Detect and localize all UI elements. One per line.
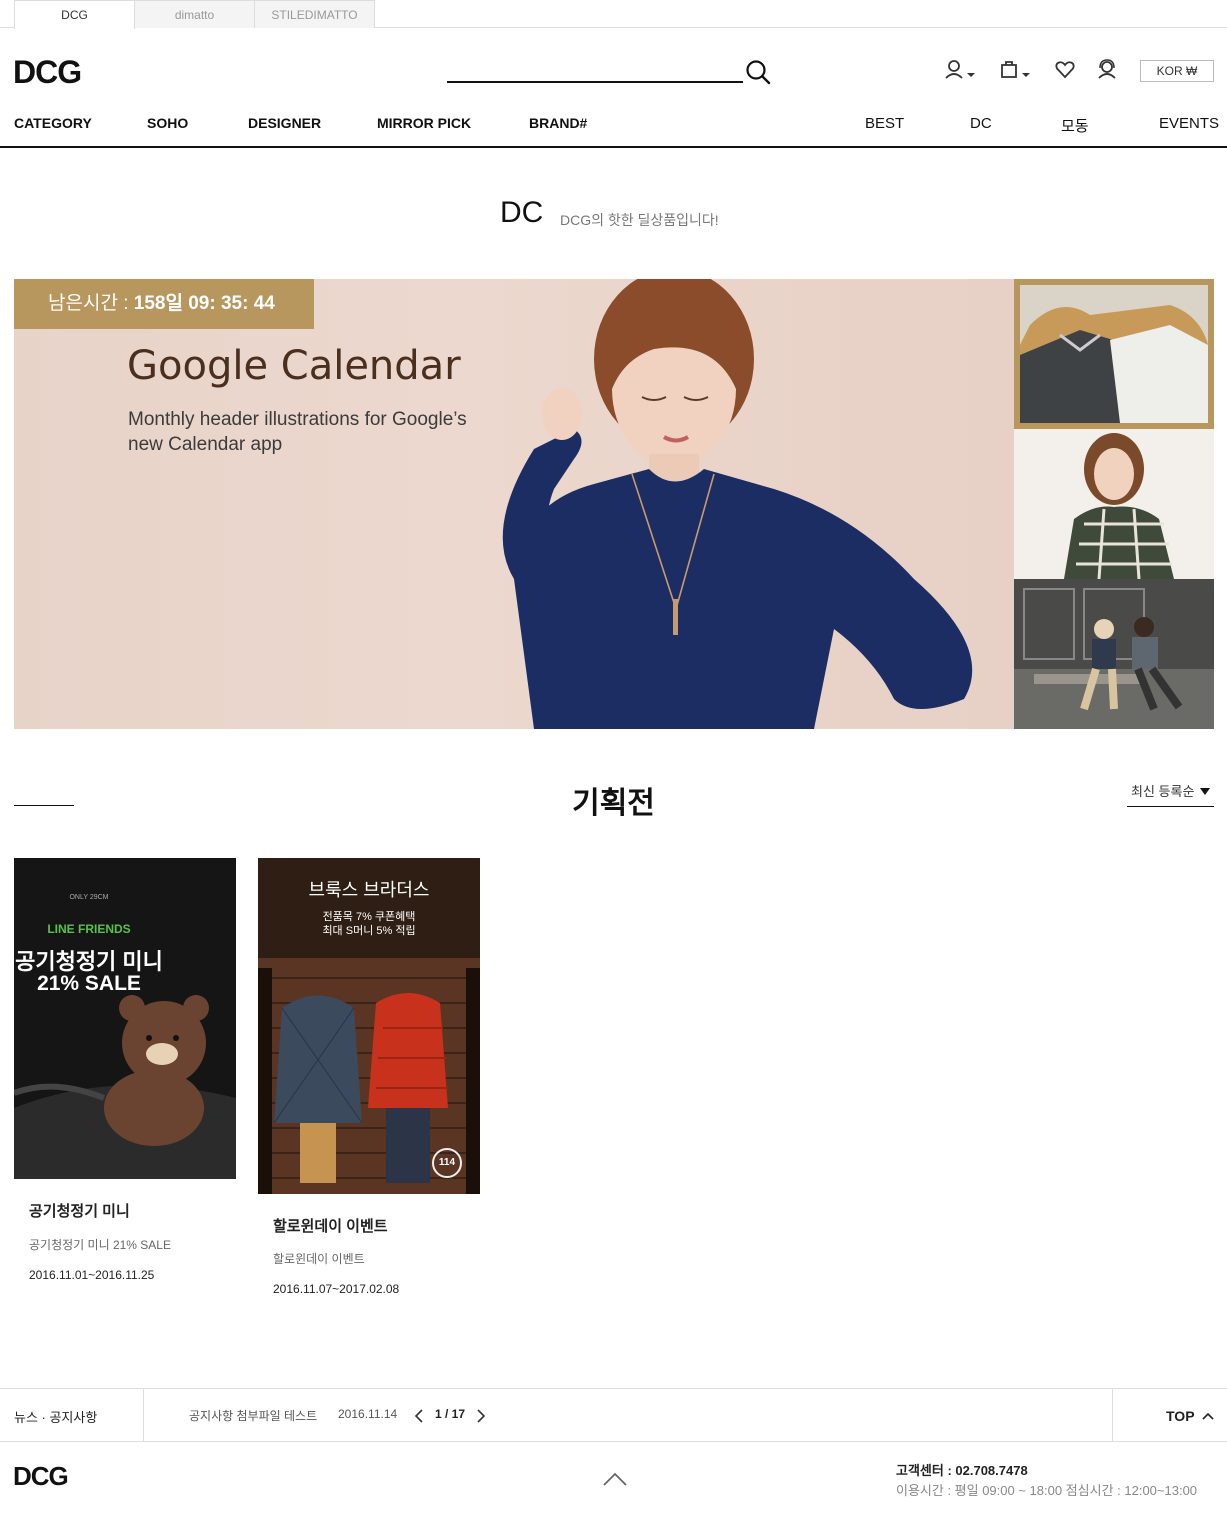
nav-brand[interactable]: BRAND# [529, 115, 587, 131]
card-image-tag: ONLY 29CM [69, 894, 109, 901]
card-title[interactable]: 공기청정기 미니 [29, 1200, 130, 1221]
chevron-right-icon[interactable] [476, 1409, 486, 1423]
top-button[interactable]: TOP [1166, 1408, 1214, 1424]
notice-date: 2016.11.14 [338, 1407, 398, 1421]
card-title[interactable]: 할로윈데이 이벤트 [273, 1215, 388, 1236]
notice-pagination: 1 / 17 [435, 1407, 466, 1421]
event-card[interactable]: ONLY 29CM LINE FRIENDS 공기청정기 미니 21% SALE… [14, 858, 236, 1298]
notice-bar: 뉴스 · 공지사항 공지사항 첨부파일 테스트 2016.11.14 1 / 1… [0, 1388, 1227, 1442]
notice-divider [1112, 1389, 1113, 1441]
search-underline [447, 81, 743, 83]
card-description: 할로윈데이 이벤트 [273, 1252, 365, 1266]
banner-description: Monthly header illustrations for Google’… [128, 409, 467, 455]
event-card-image: ONLY 29CM LINE FRIENDS 공기청정기 미니 21% SALE [14, 858, 236, 1179]
banner-thumbnail-3[interactable] [1014, 579, 1214, 729]
cart-icon[interactable] [999, 58, 1033, 84]
notice-divider [143, 1389, 144, 1441]
currency-selector[interactable]: KOR ₩ [1140, 60, 1214, 82]
street-couple-image [1014, 579, 1214, 729]
main-nav: CATEGORY SOHO DESIGNER MIRROR PICK BRAND… [0, 108, 1227, 148]
line-friends-image [14, 858, 236, 1179]
banner-thumbnail-1[interactable] [1014, 279, 1214, 429]
card-description: 공기청정기 미니 21% SALE [29, 1238, 171, 1252]
notice-label[interactable]: 뉴스 · 공지사항 [14, 1407, 97, 1426]
site-tabs: DCG dimatto STILEDIMATTO [0, 0, 1227, 29]
search-box [447, 56, 771, 86]
notice-text[interactable]: 공지사항 첨부파일 테스트 [189, 1407, 317, 1424]
footer-logo[interactable]: DCG [13, 1461, 69, 1492]
timer-label: 남은시간 : [48, 293, 129, 314]
site-logo[interactable]: DCG [13, 54, 82, 91]
tab-dcg[interactable]: DCG [14, 0, 135, 29]
card-period: 2016.11.01~2016.11.25 [29, 1268, 155, 1282]
main-banner[interactable]: 남은시간 : 158일 09: 35: 44 Google Calendar M… [14, 279, 1014, 729]
expand-up-icon[interactable] [602, 1471, 628, 1487]
card-image-sale: 21% SALE [37, 972, 141, 995]
card-period: 2016.11.07~2017.02.08 [273, 1282, 400, 1296]
timer-value: 158일 09: 35: 44 [133, 293, 275, 314]
caret-down-icon [1200, 788, 1210, 795]
nav-designer[interactable]: DESIGNER [248, 115, 321, 131]
banner-title: Google Calendar [127, 343, 461, 389]
search-icon[interactable] [745, 59, 771, 85]
heart-icon[interactable] [1054, 58, 1076, 84]
nav-best[interactable]: BEST [865, 115, 904, 132]
nav-modong[interactable]: 모동 [1061, 115, 1089, 136]
card-image-points: 최대 S머니 5% 적립 [322, 925, 416, 937]
user-icon[interactable] [944, 58, 978, 84]
nav-dc[interactable]: DC [970, 115, 992, 132]
nav-events[interactable]: EVENTS [1159, 115, 1219, 132]
support-icon[interactable] [1096, 58, 1118, 84]
chevron-left-icon[interactable] [414, 1409, 424, 1423]
nav-soho[interactable]: SOHO [147, 115, 188, 131]
event-card[interactable]: 브룩스 브라더스 전품목 7% 쿠폰혜택 최대 S머니 5% 적립 114 할로… [258, 858, 480, 1308]
card-image-headline: 브룩스 브라더스 [308, 880, 430, 900]
page-subtitle: DCG의 핫한 딜상품입니다! [560, 212, 719, 228]
customer-center: 고객센터 : 02.708.7478 [896, 1463, 1028, 1478]
sort-label: 최신 등록순 [1131, 784, 1195, 799]
nav-category[interactable]: CATEGORY [14, 115, 92, 131]
countdown-timer: 남은시간 : 158일 09: 35: 44 [14, 279, 314, 329]
page-title: DC [500, 196, 544, 229]
nav-mirror-pick[interactable]: MIRROR PICK [377, 115, 471, 131]
sort-dropdown[interactable]: 최신 등록순 [1127, 782, 1214, 807]
event-card-image: 브룩스 브라더스 전품목 7% 쿠폰혜택 최대 S머니 5% 적립 114 [258, 858, 480, 1194]
chevron-up-icon [1202, 1412, 1214, 1420]
shirts-image [1020, 285, 1208, 423]
plaid-shirt-image [1014, 429, 1214, 579]
top-label: TOP [1166, 1408, 1195, 1424]
page: DCG dimatto STILEDIMATTO DCG KOR ₩ CATEG… [0, 0, 1227, 1514]
card-image-brand: LINE FRIENDS [47, 922, 131, 936]
business-hours: 이용시간 : 평일 09:00 ~ 18:00 점심시간 : 12:00~13:… [896, 1483, 1198, 1498]
search-input[interactable] [447, 56, 743, 80]
section-title: 기획전 [572, 787, 655, 820]
card-image-badge: 114 [438, 1157, 456, 1168]
tab-stiledimatto[interactable]: STILEDIMATTO [254, 0, 375, 28]
banner-thumbnail-2[interactable] [1014, 429, 1214, 579]
tab-dimatto[interactable]: dimatto [134, 0, 255, 28]
